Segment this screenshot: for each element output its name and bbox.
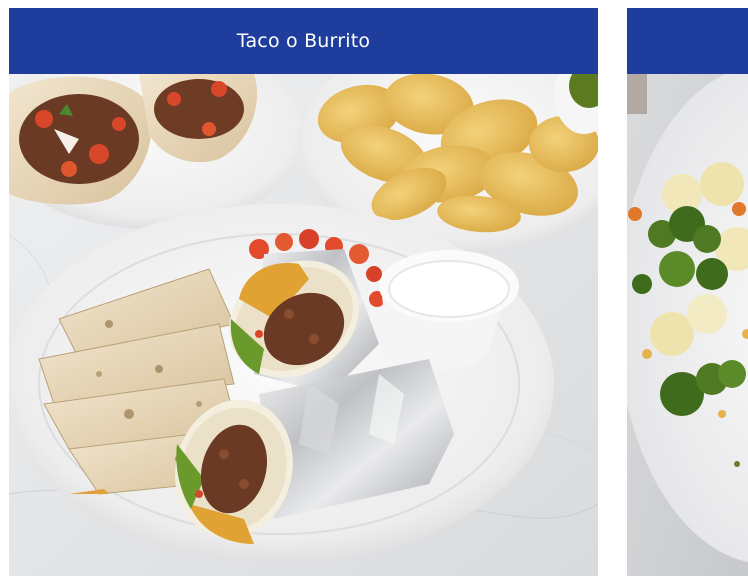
- menu-gallery: Taco o Burrito: [0, 0, 748, 576]
- card-title: Taco o Burrito: [236, 30, 371, 52]
- card-title-bar: [627, 8, 748, 74]
- menu-card-vegetables[interactable]: [627, 8, 748, 576]
- menu-card-taco-burrito[interactable]: Taco o Burrito: [9, 8, 598, 576]
- card-title-bar: Taco o Burrito: [9, 8, 598, 74]
- vegetables-plate-image[interactable]: [627, 74, 748, 576]
- burrito-plate-image[interactable]: [9, 74, 598, 576]
